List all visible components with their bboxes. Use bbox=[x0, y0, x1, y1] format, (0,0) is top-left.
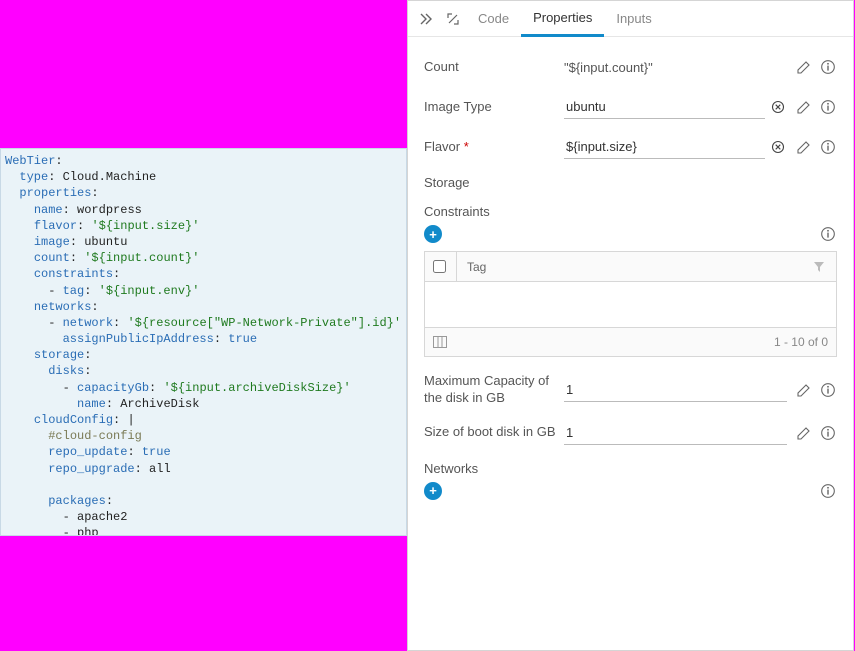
label-storage: Storage bbox=[424, 167, 837, 196]
filter-icon[interactable] bbox=[810, 261, 828, 273]
edit-icon[interactable] bbox=[795, 138, 813, 156]
info-icon[interactable] bbox=[819, 381, 837, 399]
properties-panel: Code Properties Inputs Count "${input.co… bbox=[407, 0, 854, 651]
label-count: Count bbox=[424, 59, 564, 76]
clear-icon[interactable] bbox=[769, 138, 787, 156]
label-boot-disk: Size of boot disk in GB bbox=[424, 424, 564, 441]
row-count: Count "${input.count}" bbox=[424, 47, 837, 87]
grid-body-empty bbox=[425, 282, 836, 328]
panel-tabs: Code Properties Inputs bbox=[408, 1, 853, 37]
expand-icon[interactable] bbox=[440, 6, 466, 32]
tab-code[interactable]: Code bbox=[466, 1, 521, 37]
info-icon[interactable] bbox=[819, 424, 837, 442]
edit-icon[interactable] bbox=[795, 381, 813, 399]
label-max-capacity: Maximum Capacity of the disk in GB bbox=[424, 373, 564, 407]
edit-icon[interactable] bbox=[795, 98, 813, 116]
label-networks: Networks bbox=[424, 453, 837, 482]
label-constraints: Constraints bbox=[424, 196, 837, 225]
edit-icon[interactable] bbox=[795, 424, 813, 442]
info-icon[interactable] bbox=[819, 225, 837, 243]
label-flavor: Flavor * bbox=[424, 139, 564, 156]
add-network-button[interactable]: + bbox=[424, 482, 442, 500]
row-image-type: Image Type bbox=[424, 87, 837, 127]
row-boot-disk: Size of boot disk in GB bbox=[424, 413, 837, 453]
yaml-editor[interactable]: WebTier: type: Cloud.Machine properties:… bbox=[0, 148, 407, 536]
input-boot-disk[interactable] bbox=[564, 421, 787, 445]
grid-column-tag[interactable]: Tag bbox=[456, 252, 810, 281]
grid-select-all-checkbox[interactable] bbox=[433, 260, 446, 273]
tab-properties[interactable]: Properties bbox=[521, 1, 604, 37]
label-image-type: Image Type bbox=[424, 99, 564, 116]
row-max-capacity: Maximum Capacity of the disk in GB bbox=[424, 367, 837, 413]
input-max-capacity[interactable] bbox=[564, 378, 787, 402]
collapse-icon[interactable] bbox=[414, 6, 440, 32]
info-icon[interactable] bbox=[819, 98, 837, 116]
row-flavor: Flavor * bbox=[424, 127, 837, 167]
columns-icon[interactable] bbox=[433, 336, 447, 348]
input-flavor[interactable] bbox=[564, 135, 765, 159]
info-icon[interactable] bbox=[819, 138, 837, 156]
yaml-root: WebTier bbox=[5, 154, 55, 168]
required-asterisk: * bbox=[464, 139, 469, 154]
edit-icon[interactable] bbox=[795, 58, 813, 76]
info-icon[interactable] bbox=[819, 482, 837, 500]
add-constraint-button[interactable]: + bbox=[424, 225, 442, 243]
info-icon[interactable] bbox=[819, 58, 837, 76]
input-image-type[interactable] bbox=[564, 95, 765, 119]
grid-range-text: 1 - 10 of 0 bbox=[774, 335, 828, 349]
constraints-grid: Tag 1 - 10 of 0 bbox=[424, 251, 837, 357]
clear-icon[interactable] bbox=[769, 98, 787, 116]
value-count: "${input.count}" bbox=[564, 60, 653, 75]
tab-inputs[interactable]: Inputs bbox=[604, 1, 663, 37]
